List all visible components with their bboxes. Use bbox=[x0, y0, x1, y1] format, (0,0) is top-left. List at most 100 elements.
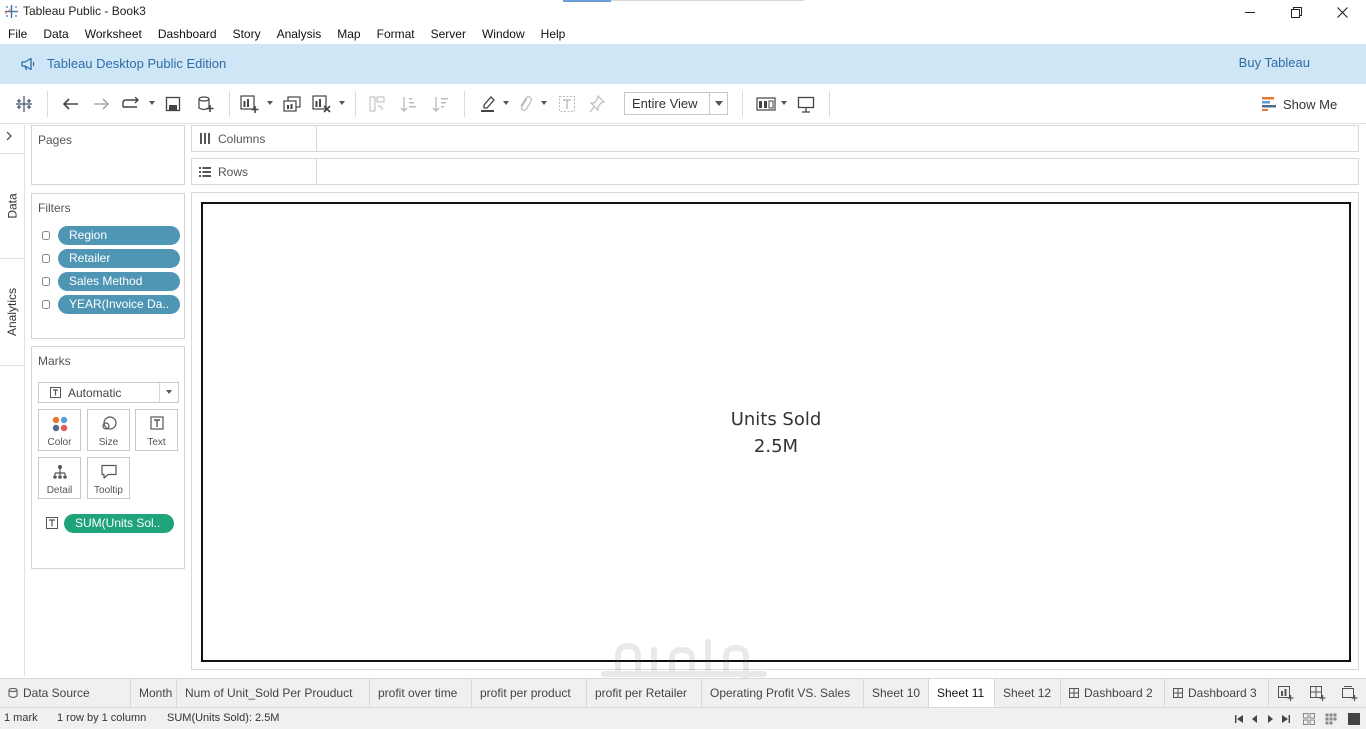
fix-axes-button[interactable] bbox=[587, 94, 607, 114]
clear-sheet-button[interactable] bbox=[312, 94, 332, 114]
sort-ascending-button[interactable] bbox=[399, 94, 419, 114]
filters-card[interactable]: Filters Region Retailer Sales Method YEA… bbox=[31, 193, 185, 339]
show-me-button[interactable]: Show Me bbox=[1262, 95, 1337, 113]
menu-window[interactable]: Window bbox=[482, 27, 525, 41]
menu-server[interactable]: Server bbox=[431, 27, 466, 41]
chevron-down-icon[interactable] bbox=[709, 93, 727, 114]
redo-button[interactable] bbox=[92, 94, 112, 114]
filter-pill-year-invoice-date[interactable]: YEAR(Invoice Da.. bbox=[58, 295, 180, 314]
tab-label: profit over time bbox=[378, 686, 458, 700]
add-data-source-icon bbox=[198, 96, 214, 112]
tab-sheet-num-units-per-product[interactable]: Num of Unit_Sold Per Prouduct bbox=[177, 679, 370, 707]
show-cards-dropdown-caret[interactable] bbox=[781, 101, 787, 105]
minimize-button[interactable] bbox=[1227, 2, 1273, 22]
tab-label: Month bbox=[139, 686, 173, 700]
swap-rows-columns-button[interactable] bbox=[367, 94, 387, 114]
show-filmstrip-icon[interactable] bbox=[1303, 713, 1315, 725]
tab-dashboard-3[interactable]: Dashboard 3 bbox=[1165, 679, 1269, 707]
menu-story[interactable]: Story bbox=[233, 27, 261, 41]
save-button[interactable] bbox=[163, 94, 183, 114]
show-tabs-icon[interactable] bbox=[1348, 713, 1360, 725]
tab-sheet-profit-per-retailer[interactable]: profit per Retailer bbox=[587, 679, 702, 707]
restore-button[interactable] bbox=[1273, 2, 1319, 22]
sort-descending-button[interactable] bbox=[431, 94, 451, 114]
new-dashboard-tab-icon[interactable] bbox=[1310, 686, 1326, 701]
tab-sheet-month[interactable]: Month bbox=[131, 679, 177, 707]
tab-sheet-11[interactable]: Sheet 11 bbox=[929, 679, 995, 707]
menu-help[interactable]: Help bbox=[541, 27, 566, 41]
show-mark-labels-button[interactable] bbox=[557, 94, 577, 114]
menu-worksheet[interactable]: Worksheet bbox=[85, 27, 142, 41]
tab-label: Dashboard 3 bbox=[1188, 686, 1257, 700]
dashboard-icon bbox=[1069, 688, 1079, 698]
columns-shelf[interactable]: Columns bbox=[191, 125, 1359, 152]
size-button[interactable]: Size bbox=[87, 409, 130, 451]
clear-sheet-dropdown-caret[interactable] bbox=[339, 101, 345, 105]
group-dropdown-caret[interactable] bbox=[541, 101, 547, 105]
tab-data[interactable]: Data bbox=[0, 154, 25, 258]
menu-data[interactable]: Data bbox=[43, 27, 68, 41]
tab-sheet-profit-per-product[interactable]: profit per product bbox=[472, 679, 587, 707]
presentation-mode-button[interactable] bbox=[796, 94, 816, 114]
filter-pill-region[interactable]: Region bbox=[58, 226, 180, 245]
highlight-button[interactable] bbox=[478, 94, 498, 114]
text-label: Text bbox=[147, 437, 166, 448]
replay-button[interactable] bbox=[121, 94, 141, 114]
menu-file[interactable]: File bbox=[8, 27, 27, 41]
columns-icon bbox=[200, 133, 210, 144]
tab-analytics[interactable]: Analytics bbox=[0, 259, 25, 364]
highlight-dropdown-caret[interactable] bbox=[503, 101, 509, 105]
new-worksheet-dropdown-caret[interactable] bbox=[267, 101, 273, 105]
worksheet-view[interactable]: Units Sold 2.5M bbox=[201, 202, 1351, 662]
close-icon bbox=[1336, 6, 1348, 18]
new-worksheet-button[interactable] bbox=[240, 94, 260, 114]
tableau-home-button[interactable] bbox=[14, 94, 34, 114]
tab-sheet-operating-profit-vs-sales[interactable]: Operating Profit VS. Sales bbox=[702, 679, 864, 707]
pages-card[interactable]: Pages bbox=[31, 125, 185, 185]
group-members-button[interactable] bbox=[515, 94, 535, 114]
menu-map[interactable]: Map bbox=[337, 27, 360, 41]
clear-sheet-icon bbox=[312, 95, 331, 113]
toolbar-separator bbox=[229, 91, 230, 117]
menu-analysis[interactable]: Analysis bbox=[277, 27, 322, 41]
tab-sheet-profit-over-time[interactable]: profit over time bbox=[370, 679, 472, 707]
mark-type-value: Automatic bbox=[68, 386, 122, 400]
chevron-down-icon[interactable] bbox=[159, 383, 178, 402]
status-mark-count: 1 mark bbox=[4, 712, 38, 724]
last-sheet-icon[interactable] bbox=[1281, 714, 1291, 724]
tab-sheet-12[interactable]: Sheet 12 bbox=[995, 679, 1061, 707]
previous-sheet-icon[interactable] bbox=[1250, 714, 1260, 724]
mark-type-select[interactable]: Automatic bbox=[38, 382, 179, 403]
measure-pill-sum-units-sold[interactable]: SUM(Units Sol.. bbox=[64, 514, 174, 533]
duplicate-sheet-button[interactable] bbox=[282, 94, 302, 114]
detail-hierarchy-icon bbox=[53, 465, 67, 479]
new-data-source-button[interactable] bbox=[196, 94, 216, 114]
replay-dropdown-caret[interactable] bbox=[149, 101, 155, 105]
close-button[interactable] bbox=[1319, 2, 1365, 22]
tab-sheet-10[interactable]: Sheet 10 bbox=[864, 679, 929, 707]
tab-dashboard-2[interactable]: Dashboard 2 bbox=[1061, 679, 1165, 707]
detail-button[interactable]: Detail bbox=[38, 457, 81, 499]
new-worksheet-icon bbox=[240, 95, 259, 113]
new-worksheet-tab-icon[interactable] bbox=[1278, 686, 1294, 701]
tab-data-source[interactable]: Data Source bbox=[0, 679, 131, 707]
duplicate-icon bbox=[283, 96, 301, 112]
show-cards-button[interactable] bbox=[756, 94, 776, 114]
text-button[interactable]: Text bbox=[135, 409, 178, 451]
color-button[interactable]: Color bbox=[38, 409, 81, 451]
tooltip-button[interactable]: Tooltip bbox=[87, 457, 130, 499]
show-sheet-sorter-icon[interactable] bbox=[1325, 713, 1337, 725]
new-story-tab-icon[interactable] bbox=[1342, 686, 1358, 701]
next-sheet-icon[interactable] bbox=[1265, 714, 1275, 724]
first-sheet-icon[interactable] bbox=[1234, 714, 1244, 724]
buy-tableau-link[interactable]: Buy Tableau bbox=[1239, 55, 1310, 70]
filter-pill-retailer[interactable]: Retailer bbox=[58, 249, 180, 268]
undo-button[interactable] bbox=[60, 94, 80, 114]
fit-view-select[interactable]: Entire View bbox=[624, 92, 728, 115]
filter-pill-sales-method[interactable]: Sales Method bbox=[58, 272, 180, 291]
menu-dashboard[interactable]: Dashboard bbox=[158, 27, 217, 41]
menu-format[interactable]: Format bbox=[377, 27, 415, 41]
chevron-right-icon[interactable] bbox=[5, 131, 13, 141]
rows-shelf[interactable]: Rows bbox=[191, 158, 1359, 185]
color-dots-icon bbox=[52, 416, 68, 432]
